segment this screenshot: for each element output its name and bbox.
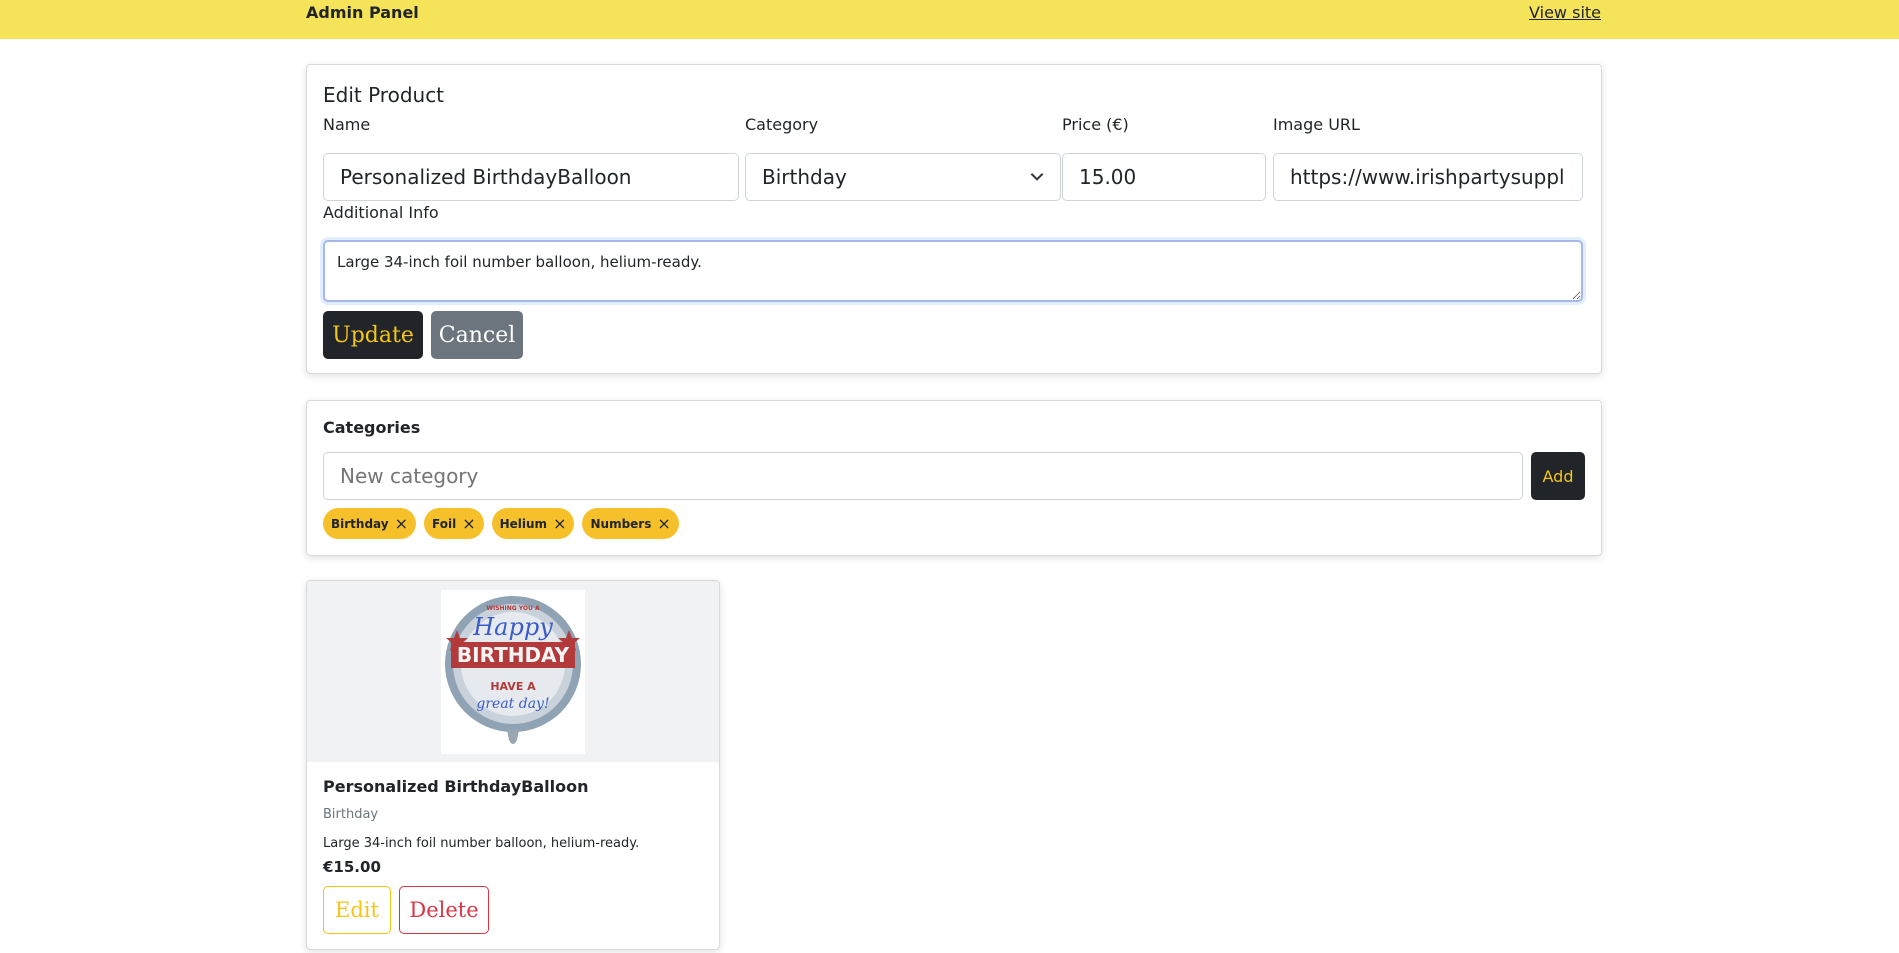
additional-info-textarea[interactable]: Large 34-inch foil number balloon, heliu…: [323, 240, 1583, 302]
category-chip-helium: Helium ×: [491, 508, 575, 539]
product-name: Personalized BirthdayBalloon: [323, 777, 589, 796]
close-icon[interactable]: ×: [395, 515, 408, 532]
chip-label: Foil: [432, 516, 457, 531]
close-icon[interactable]: ×: [553, 515, 566, 532]
delete-product-button[interactable]: Delete: [399, 886, 489, 934]
close-icon[interactable]: ×: [657, 515, 670, 532]
edit-product-card: Edit Product Name Category Birthday Pric…: [306, 64, 1602, 374]
edit-product-button[interactable]: Edit: [323, 886, 391, 934]
name-label: Name: [323, 115, 371, 134]
chip-label: Birthday: [331, 516, 389, 531]
category-chip-birthday: Birthday ×: [323, 508, 417, 539]
product-image-area: WISHING YOU A Happy BIRTHDAY HAVE A grea…: [307, 581, 719, 762]
categories-card: Categories Add Birthday × Foil × Helium …: [306, 400, 1602, 556]
add-category-button[interactable]: Add: [1531, 452, 1585, 500]
product-category: Birthday: [323, 807, 379, 822]
category-chip-foil: Foil ×: [424, 508, 484, 539]
category-select[interactable]: Birthday: [745, 153, 1061, 201]
category-select-value: Birthday: [762, 165, 847, 189]
chevron-down-icon: [1030, 173, 1044, 181]
category-label: Category: [745, 115, 819, 134]
price-input[interactable]: [1062, 153, 1266, 201]
top-navbar: Admin Panel View site: [0, 0, 1899, 39]
category-chip-list: Birthday × Foil × Helium × Numbers ×: [323, 508, 679, 539]
svg-text:great day!: great day!: [476, 696, 549, 712]
svg-text:Happy: Happy: [472, 613, 553, 641]
product-card: WISHING YOU A Happy BIRTHDAY HAVE A grea…: [306, 580, 720, 950]
view-site-link[interactable]: View site: [1529, 3, 1601, 22]
chip-label: Helium: [499, 516, 548, 531]
category-chip-numbers: Numbers ×: [582, 508, 679, 539]
svg-text:WISHING YOU A: WISHING YOU A: [486, 605, 540, 612]
balloon-image: WISHING YOU A Happy BIRTHDAY HAVE A grea…: [441, 590, 585, 754]
name-input[interactable]: [323, 153, 739, 201]
brand-title: Admin Panel: [306, 3, 419, 22]
edit-product-title: Edit Product: [323, 83, 445, 107]
cancel-button[interactable]: Cancel: [431, 311, 523, 359]
close-icon[interactable]: ×: [462, 515, 475, 532]
chip-label: Numbers: [590, 516, 652, 531]
svg-text:HAVE A: HAVE A: [490, 680, 536, 693]
new-category-input[interactable]: [323, 452, 1523, 500]
product-description: Large 34-inch foil number balloon, heliu…: [323, 836, 640, 851]
svg-text:BIRTHDAY: BIRTHDAY: [457, 643, 570, 667]
product-price: €15.00: [323, 858, 381, 876]
categories-title: Categories: [323, 418, 421, 437]
image-url-label: Image URL: [1273, 115, 1360, 134]
image-url-input[interactable]: [1273, 153, 1583, 201]
additional-info-label: Additional Info: [323, 203, 439, 222]
price-label: Price (€): [1062, 115, 1129, 134]
update-button[interactable]: Update: [323, 311, 423, 359]
